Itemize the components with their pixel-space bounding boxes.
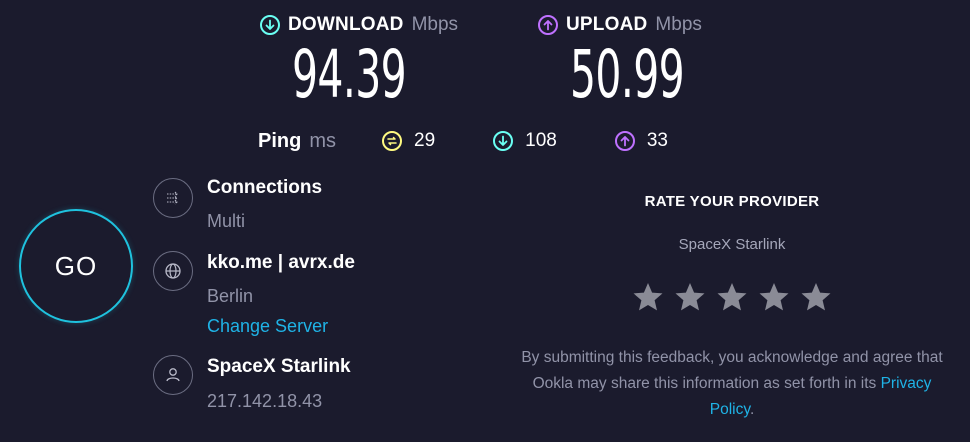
- upload-header: UPLOAD Mbps: [538, 12, 702, 38]
- ping-upload: 33: [614, 130, 668, 152]
- arrow-down-circle-icon: [493, 131, 514, 151]
- download-value: 94.39: [292, 36, 407, 113]
- arrow-up-circle-icon: [614, 131, 635, 151]
- rate-provider-heading: RATE YOUR PROVIDER: [644, 193, 820, 210]
- feedback-disclaimer: By submitting this feedback, you acknowl…: [517, 345, 947, 423]
- disclaimer-text: By submitting this feedback, you acknowl…: [521, 349, 943, 392]
- server-location: Berlin: [207, 286, 254, 306]
- ping-unit: ms: [309, 129, 337, 152]
- download-label: DOWNLOAD: [288, 14, 404, 35]
- connections-icon: [153, 178, 193, 218]
- globe-icon: [153, 251, 193, 291]
- disclaimer-end: .: [749, 401, 755, 418]
- provider-ip: 217.142.18.43: [207, 391, 323, 411]
- upload-unit: Mbps: [655, 14, 702, 35]
- arrow-up-circle-icon: [538, 15, 558, 35]
- star-3-icon[interactable]: [716, 281, 748, 313]
- ping-idle-value: 29: [414, 130, 436, 151]
- arrow-down-circle-icon: [260, 15, 280, 35]
- download-unit: Mbps: [411, 14, 459, 35]
- rate-provider-name: SpaceX Starlink: [678, 236, 786, 253]
- server-title: kko.me | avrx.de: [207, 252, 355, 273]
- ping-download: 108: [493, 130, 557, 152]
- ping-row: Ping ms 29 108 33: [258, 128, 726, 154]
- connections-value: Multi: [207, 211, 246, 231]
- star-5-icon[interactable]: [800, 281, 832, 313]
- ping-download-value: 108: [525, 130, 557, 151]
- ping-idle: 29: [382, 130, 435, 152]
- connections-title: Connections: [207, 177, 323, 198]
- provider-title: SpaceX Starlink: [207, 356, 351, 377]
- user-icon: [153, 355, 193, 395]
- star-1-icon[interactable]: [632, 281, 664, 313]
- star-rating: [632, 281, 832, 313]
- star-2-icon[interactable]: [674, 281, 706, 313]
- latency-idle-icon: [382, 131, 403, 151]
- upload-label: UPLOAD: [566, 14, 648, 35]
- ping-upload-value: 33: [646, 130, 668, 151]
- ping-label: Ping: [258, 129, 302, 152]
- go-button[interactable]: GO: [19, 209, 133, 323]
- star-4-icon[interactable]: [758, 281, 790, 313]
- download-header: DOWNLOAD Mbps: [260, 12, 458, 38]
- change-server-link[interactable]: Change Server: [207, 316, 328, 337]
- upload-value: 50.99: [570, 36, 685, 113]
